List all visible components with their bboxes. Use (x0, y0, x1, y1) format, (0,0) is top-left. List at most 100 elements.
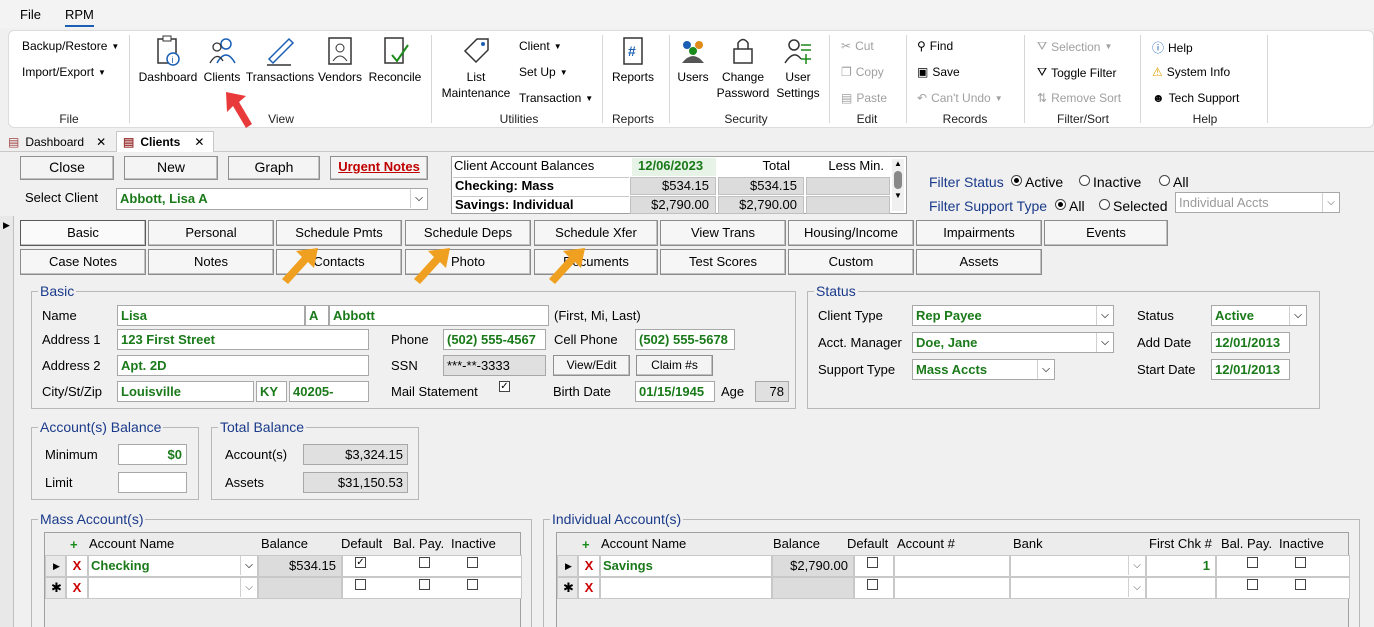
chevron-down-icon[interactable]: ⌵ (410, 189, 427, 208)
indiv-new-account-number-cell[interactable] (894, 577, 1010, 599)
balances-scrollbar[interactable]: ▲ ▼ (892, 159, 904, 211)
filter-status-inactive-radio[interactable] (1079, 175, 1090, 186)
birth-date-field[interactable]: 01/15/1945 (635, 381, 715, 402)
support-type-field-combo[interactable]: Mass Accts ⌵ (912, 359, 1055, 380)
cell-phone-field[interactable]: (502) 555-5678 (635, 329, 735, 350)
menu-file[interactable]: File (20, 7, 41, 22)
urgent-notes-button[interactable]: Urgent Notes (330, 156, 428, 180)
address2-field[interactable]: Apt. 2D (117, 355, 369, 376)
limit-field[interactable] (118, 472, 187, 493)
list-maintenance-button[interactable]: List Maintenance (439, 35, 513, 101)
close-button[interactable]: Close (20, 156, 114, 180)
cant-undo-button[interactable]: ↶ Can't Undo ▼ (917, 91, 1003, 105)
start-date-field[interactable]: 12/01/2013 (1211, 359, 1290, 380)
setup-menu-button[interactable]: Set Up ▼ (519, 65, 568, 79)
indiv-bank-combo[interactable]: ⌵ (1010, 555, 1146, 577)
tab-basic[interactable]: Basic (20, 220, 146, 246)
row-pointer-icon[interactable]: ▶ (45, 555, 66, 577)
close-icon[interactable]: ✕ (194, 135, 204, 149)
chevron-down-icon[interactable]: ⌵ (1037, 360, 1054, 379)
indiv-new-first-check-cell[interactable] (1146, 577, 1216, 599)
clients-button[interactable]: Clients (201, 35, 243, 85)
select-client-combo[interactable]: Abbott, Lisa A ⌵ (116, 188, 428, 210)
delete-row-icon[interactable]: X (578, 555, 600, 577)
graph-button[interactable]: Graph (228, 156, 320, 180)
indiv-new-balpay-checkbox[interactable] (1247, 579, 1258, 590)
scroll-down-icon[interactable]: ▼ (892, 191, 904, 201)
menu-rpm[interactable]: RPM (65, 7, 94, 27)
selection-button[interactable]: ⛛ Selection ▼ (1037, 39, 1112, 54)
mass-new-default-checkbox[interactable] (355, 579, 366, 590)
add-row-icon[interactable]: + (70, 537, 78, 552)
tab-impairments[interactable]: Impairments (916, 220, 1042, 246)
tab-notes[interactable]: Notes (148, 249, 274, 275)
mass-account-name-combo[interactable]: Checking ⌵ (88, 555, 258, 577)
mass-balpay-checkbox[interactable] (419, 557, 430, 568)
delete-row-icon[interactable]: X (66, 577, 88, 599)
chevron-down-icon[interactable]: ⌵ (1322, 193, 1339, 212)
address1-field[interactable]: 123 First Street (117, 329, 369, 350)
view-edit-ssn-button[interactable]: View/Edit (553, 355, 630, 376)
dashboard-button[interactable]: i Dashboard (137, 35, 199, 85)
indiv-balpay-checkbox[interactable] (1247, 557, 1258, 568)
tab-view-trans[interactable]: View Trans (660, 220, 786, 246)
new-button[interactable]: New (124, 156, 218, 180)
remove-sort-button[interactable]: ⇅ Remove Sort (1037, 91, 1121, 105)
indiv-new-default-checkbox[interactable] (867, 579, 878, 590)
client-type-combo[interactable]: Rep Payee ⌵ (912, 305, 1114, 326)
claim-numbers-button[interactable]: Claim #s (636, 355, 713, 376)
tech-support-button[interactable]: ☻ Tech Support (1152, 91, 1239, 105)
cut-button[interactable]: ✂ Cut (841, 39, 874, 53)
close-icon[interactable]: ✕ (96, 135, 106, 149)
transactions-button[interactable]: Transactions (245, 35, 315, 85)
chevron-down-icon[interactable]: ⌵ (1096, 306, 1113, 325)
mass-new-account-combo[interactable]: ⌵ (88, 577, 258, 599)
tab-case-notes[interactable]: Case Notes (20, 249, 146, 275)
tab-schedule-xfer[interactable]: Schedule Xfer (534, 220, 658, 246)
mail-statement-checkbox[interactable]: ✓ (499, 381, 510, 392)
backup-restore-button[interactable]: Backup/Restore ▼ (22, 39, 119, 53)
indiv-account-number-cell[interactable] (894, 555, 1010, 577)
mass-new-inactive-checkbox[interactable] (467, 579, 478, 590)
help-button[interactable]: ⓘ Help (1152, 39, 1193, 56)
find-button[interactable]: ⚲ Find (917, 39, 953, 53)
filter-status-active-radio[interactable] (1011, 175, 1022, 186)
tab-custom[interactable]: Custom (788, 249, 914, 275)
tab-schedule-pmts[interactable]: Schedule Pmts (276, 220, 402, 246)
tab-dashboard[interactable]: ▤ Dashboard ✕ (2, 131, 112, 152)
row-pointer-icon[interactable]: ▶ (557, 555, 578, 577)
change-password-button[interactable]: Change Password (715, 35, 771, 101)
delete-row-icon[interactable]: X (578, 577, 600, 599)
phone-field[interactable]: (502) 555-4567 (443, 329, 546, 350)
acct-manager-combo[interactable]: Doe, Jane ⌵ (912, 332, 1114, 353)
chevron-down-icon[interactable]: ⌵ (240, 578, 257, 597)
city-field[interactable]: Louisville (117, 381, 254, 402)
tab-schedule-deps[interactable]: Schedule Deps (405, 220, 531, 246)
last-name-field[interactable]: Abbott (329, 305, 549, 326)
filter-support-selected-radio[interactable] (1099, 199, 1110, 210)
transaction-menu-button[interactable]: Transaction ▼ (519, 91, 593, 105)
chevron-down-icon[interactable]: ⌵ (1289, 306, 1306, 325)
mass-new-balpay-checkbox[interactable] (419, 579, 430, 590)
record-selector-bar[interactable]: ▶ (0, 216, 14, 627)
zip-field[interactable]: 40205- (289, 381, 369, 402)
copy-button[interactable]: ❐ Copy (841, 65, 884, 79)
filter-status-all-radio[interactable] (1159, 175, 1170, 186)
mass-inactive-checkbox[interactable] (467, 557, 478, 568)
minimum-field[interactable]: $0 (118, 444, 187, 465)
user-settings-button[interactable]: User Settings (773, 35, 823, 101)
tab-clients[interactable]: ▤ Clients ✕ (116, 131, 214, 152)
indiv-new-account-cell[interactable] (600, 577, 772, 599)
filter-support-all-radio[interactable] (1055, 199, 1066, 210)
reconcile-button[interactable]: Reconcile (365, 35, 425, 85)
new-row-icon[interactable]: ✱ (557, 577, 578, 599)
scroll-up-icon[interactable]: ▲ (892, 159, 904, 169)
tab-test-scores[interactable]: Test Scores (660, 249, 786, 275)
tab-events[interactable]: Events (1044, 220, 1168, 246)
reports-button[interactable]: # Reports (607, 35, 659, 85)
state-field[interactable]: KY (256, 381, 287, 402)
indiv-inactive-checkbox[interactable] (1295, 557, 1306, 568)
import-export-button[interactable]: Import/Export ▼ (22, 65, 106, 79)
users-button[interactable]: Users (673, 35, 713, 85)
system-info-button[interactable]: ⚠ System Info (1152, 65, 1230, 79)
